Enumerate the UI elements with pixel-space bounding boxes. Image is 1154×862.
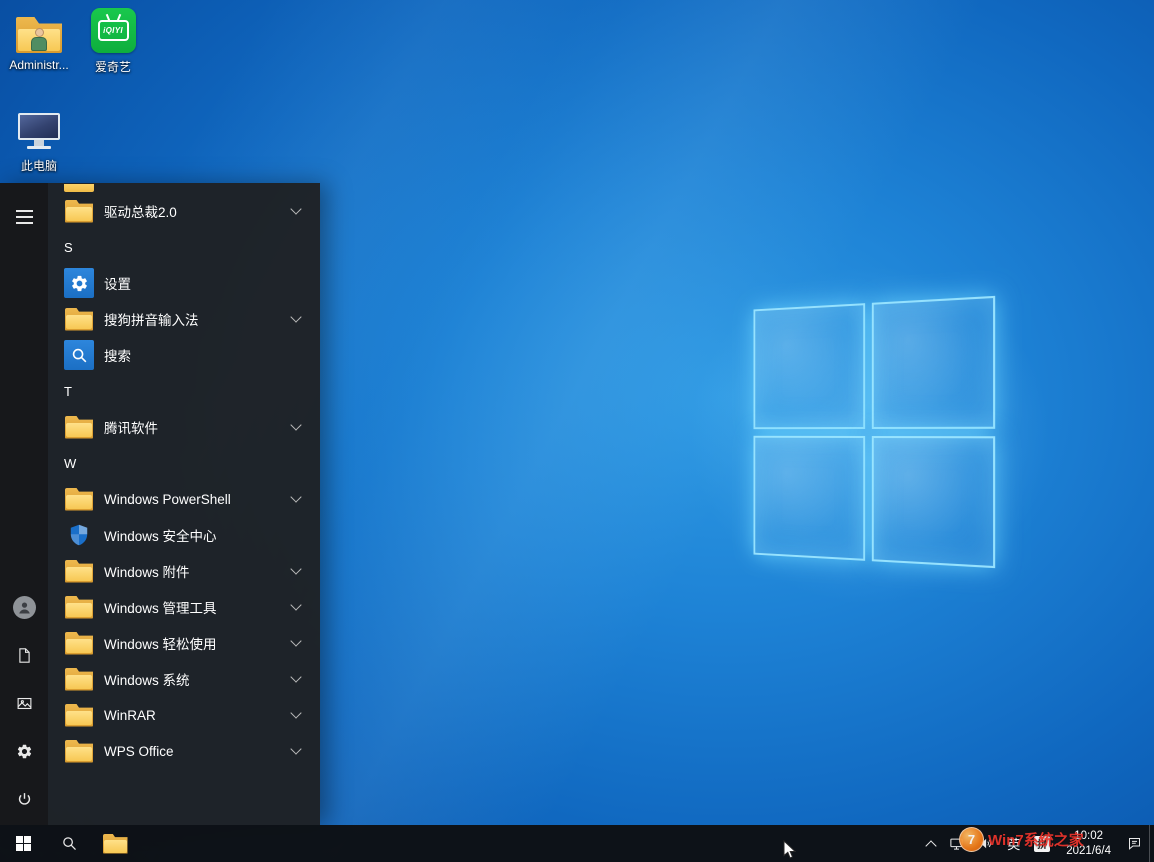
user-account-button[interactable] xyxy=(0,583,48,631)
start-app-item-winrar[interactable]: WinRAR xyxy=(48,697,320,733)
start-app-item-ease-of-access[interactable]: Windows 轻松使用 xyxy=(48,625,320,661)
start-menu-expand-button[interactable] xyxy=(0,193,48,241)
action-center-button[interactable] xyxy=(1120,825,1149,862)
iqiyi-icon: iQIYI xyxy=(91,7,136,53)
search-tile-icon xyxy=(64,340,94,370)
gear-icon xyxy=(16,743,33,760)
speaker-icon xyxy=(978,836,993,851)
start-app-item-tencent[interactable]: 腾讯软件 xyxy=(48,409,320,445)
settings-tile-icon xyxy=(64,268,94,298)
windows-logo-pane xyxy=(871,436,995,569)
ime-icon: 拼 xyxy=(1034,836,1050,852)
start-app-item-partial[interactable] xyxy=(48,183,320,193)
taskbar-clock[interactable]: 10:02 2021/6/4 xyxy=(1057,825,1120,862)
action-center-icon xyxy=(1127,836,1142,851)
chevron-down-icon[interactable] xyxy=(288,599,304,615)
taskbar-search-button[interactable] xyxy=(46,825,92,862)
document-icon xyxy=(16,647,33,664)
clock-time: 10:02 xyxy=(1074,829,1103,843)
desktop-icon-this-pc[interactable]: 此电脑 xyxy=(0,106,78,174)
chevron-down-icon[interactable] xyxy=(288,311,304,327)
clock-date: 2021/6/4 xyxy=(1066,844,1111,858)
tray-chevron-button[interactable] xyxy=(920,825,942,862)
folder-icon xyxy=(64,184,94,192)
this-pc-icon xyxy=(16,106,62,152)
desktop-icon-iqiyi[interactable]: iQIYI 爱奇艺 xyxy=(74,7,152,75)
chevron-down-icon[interactable] xyxy=(288,491,304,507)
start-menu: 驱动总裁2.0 S 设置 搜狗拼音输入法 搜索 xyxy=(0,183,320,825)
start-app-list: 驱动总裁2.0 S 设置 搜狗拼音输入法 搜索 xyxy=(48,183,320,825)
start-app-item-driver[interactable]: 驱动总裁2.0 xyxy=(48,193,320,229)
desktop-icon-label: 此电脑 xyxy=(21,157,57,174)
chevron-down-icon[interactable] xyxy=(288,419,304,435)
start-app-item-powershell[interactable]: Windows PowerShell xyxy=(48,481,320,517)
start-menu-rail xyxy=(0,183,48,825)
start-app-item-accessories[interactable]: Windows 附件 xyxy=(48,553,320,589)
desktop-icon-label: Administr... xyxy=(9,58,68,72)
windows-logo-icon xyxy=(16,836,31,851)
iqiyi-logo-text: iQIYI xyxy=(103,26,123,35)
desktop: Administr... iQIYI 爱奇艺 此电脑 xyxy=(0,0,1154,862)
chevron-down-icon[interactable] xyxy=(288,563,304,579)
start-app-item-wps[interactable]: WPS Office xyxy=(48,733,320,769)
user-folder-icon xyxy=(16,7,62,53)
start-app-item-sogou-pinyin[interactable]: 搜狗拼音输入法 xyxy=(48,301,320,337)
chevron-down-icon[interactable] xyxy=(288,635,304,651)
power-button[interactable] xyxy=(0,775,48,823)
section-header-s[interactable]: S xyxy=(48,229,320,265)
hamburger-icon xyxy=(16,210,33,224)
folder-icon xyxy=(64,700,94,730)
start-app-item-system[interactable]: Windows 系统 xyxy=(48,661,320,697)
start-button[interactable] xyxy=(0,825,46,862)
user-avatar-icon xyxy=(13,596,36,619)
documents-button[interactable] xyxy=(0,631,48,679)
folder-icon xyxy=(64,736,94,766)
volume-button[interactable] xyxy=(971,825,1000,862)
language-indicator[interactable]: 英 xyxy=(1000,825,1027,862)
start-app-item-search[interactable]: 搜索 xyxy=(48,337,320,373)
chevron-down-icon[interactable] xyxy=(288,671,304,687)
folder-icon xyxy=(64,412,94,442)
windows-logo-pane xyxy=(754,303,865,428)
show-desktop-button[interactable] xyxy=(1149,825,1154,862)
section-header-t[interactable]: T xyxy=(48,373,320,409)
folder-icon xyxy=(64,592,94,622)
folder-icon xyxy=(64,628,94,658)
pictures-button[interactable] xyxy=(0,679,48,727)
windows-logo-pane xyxy=(754,435,865,560)
power-icon xyxy=(16,791,33,808)
search-icon xyxy=(61,835,78,852)
desktop-icon-label: 爱奇艺 xyxy=(95,58,131,75)
chevron-down-icon[interactable] xyxy=(288,743,304,759)
start-app-item-security[interactable]: Windows 安全中心 xyxy=(48,517,320,553)
windows-logo-pane xyxy=(871,296,995,429)
folder-icon xyxy=(64,484,94,514)
folder-icon xyxy=(64,304,94,334)
chevron-down-icon[interactable] xyxy=(288,203,304,219)
section-header-w[interactable]: W xyxy=(48,445,320,481)
start-app-item-admin-tools[interactable]: Windows 管理工具 xyxy=(48,589,320,625)
picture-icon xyxy=(16,695,33,712)
chevron-down-icon[interactable] xyxy=(288,707,304,723)
folder-icon xyxy=(64,664,94,694)
wallpaper-windows-logo xyxy=(754,296,996,568)
file-explorer-icon xyxy=(103,834,128,854)
folder-icon xyxy=(64,556,94,586)
ime-indicator[interactable]: 拼 xyxy=(1027,825,1057,862)
network-icon xyxy=(949,836,964,851)
shield-icon xyxy=(64,520,94,550)
system-tray: 英 拼 10:02 2021/6/4 xyxy=(920,825,1154,862)
start-app-item-settings[interactable]: 设置 xyxy=(48,265,320,301)
start-rail-bottom xyxy=(0,583,48,823)
file-explorer-button[interactable] xyxy=(92,825,138,862)
network-button[interactable] xyxy=(942,825,971,862)
taskbar: 英 拼 10:02 2021/6/4 xyxy=(0,825,1154,862)
folder-icon xyxy=(64,196,94,226)
settings-button[interactable] xyxy=(0,727,48,775)
chevron-up-icon xyxy=(926,840,937,851)
desktop-icon-administrator[interactable]: Administr... xyxy=(0,7,78,72)
